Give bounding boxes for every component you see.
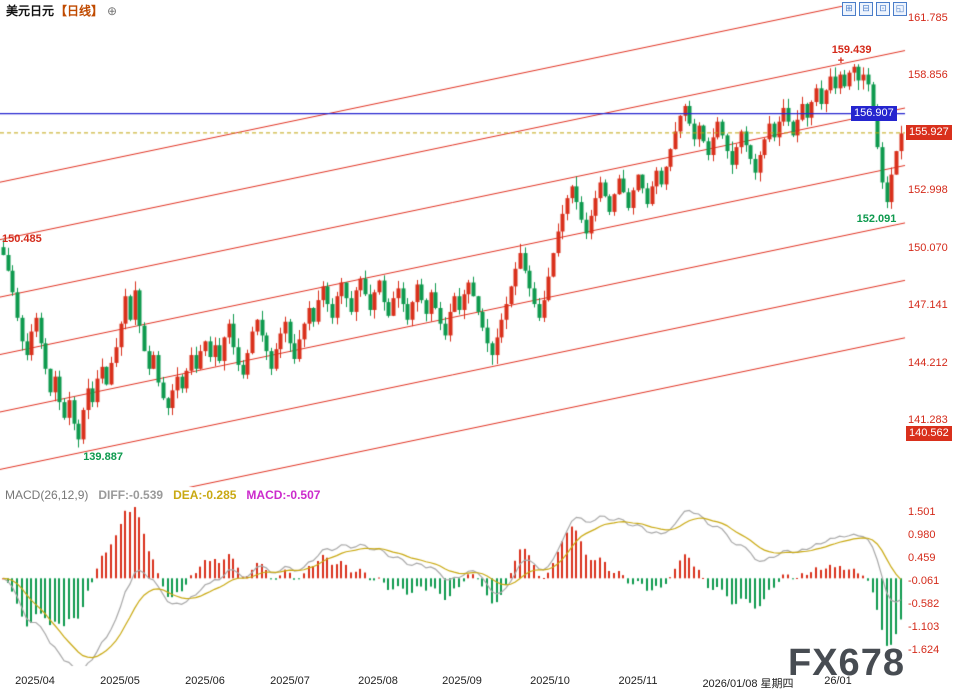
macd-axis-label: 1.501 <box>908 506 936 518</box>
watermark: FX678 <box>788 642 905 685</box>
price-axis-label: 150.070 <box>908 242 948 254</box>
chart-header: 美元日元【日线】 ⊕ <box>6 2 117 19</box>
x-axis-label: 2025/08 <box>358 675 398 687</box>
macd-diff-value: DIFF:-0.539 <box>98 488 163 502</box>
price-axis-label: 147.141 <box>908 299 948 311</box>
price-axis-label: 152.998 <box>908 184 948 196</box>
macd-axis-label: 0.459 <box>908 552 936 564</box>
crash-low-annotation: 152.091 <box>857 213 897 225</box>
price-axis-label: 161.785 <box>908 12 948 24</box>
macd-axis-label: 0.980 <box>908 529 936 541</box>
symbol-title: 美元日元 <box>6 2 54 19</box>
interval-label: 【日线】 <box>55 2 103 19</box>
left-high-annotation: 150.485 <box>2 233 42 245</box>
macd-title: MACD(26,12,9) <box>5 488 88 502</box>
macd-axis-label: -0.061 <box>908 575 939 587</box>
x-axis-label: 2025/11 <box>619 675 658 687</box>
macd-header: MACD(26,12,9) DIFF:-0.539 DEA:-0.285 MAC… <box>5 488 320 502</box>
x-axis-label: 2025/06 <box>185 675 225 687</box>
x-axis-label: 2025/09 <box>442 675 482 687</box>
chart-window: 美元日元【日线】 ⊕ ⊞⊟⊡◱ 161.785 158.856 155.927 152.… <box>0 0 963 696</box>
blue-level-price-tag: 156.907 <box>851 106 897 121</box>
candlestick-chart-canvas[interactable] <box>0 0 963 696</box>
macd-axis-label: -1.624 <box>908 644 939 656</box>
macd-axis-label: -0.582 <box>908 598 939 610</box>
chart-split-icon[interactable]: ⊟ <box>859 2 873 16</box>
x-axis-label: 2025/07 <box>270 675 310 687</box>
price-axis-label: 158.856 <box>908 69 948 81</box>
price-axis-label: 141.283 <box>908 414 948 426</box>
crosshair-price-tag: 140.562 <box>906 426 952 441</box>
x-axis-label: 2025/05 <box>100 675 140 687</box>
macd-dea-value: DEA:-0.285 <box>173 488 236 502</box>
x-axis-label: 2025/10 <box>530 675 570 687</box>
price-axis-label: 144.212 <box>908 357 948 369</box>
layout-icon[interactable]: ⊡ <box>876 2 890 16</box>
x-axis-label: 2026/01/08 星期四 <box>702 675 793 691</box>
peak-marker-icon: + <box>838 55 844 67</box>
bottom-low-annotation: 139.887 <box>83 451 123 463</box>
fullscreen-icon[interactable]: ◱ <box>893 2 907 16</box>
macd-macd-value: MACD:-0.507 <box>246 488 320 502</box>
macd-axis-label: -1.103 <box>908 621 939 633</box>
x-axis-label: 2025/04 <box>15 675 55 687</box>
pane-grid-icon[interactable]: ⊞ <box>842 2 856 16</box>
add-indicator-icon[interactable]: ⊕ <box>107 4 117 18</box>
last-price-tag: 155.927 <box>906 125 952 140</box>
chart-toolbar: ⊞⊟⊡◱ <box>842 2 907 16</box>
